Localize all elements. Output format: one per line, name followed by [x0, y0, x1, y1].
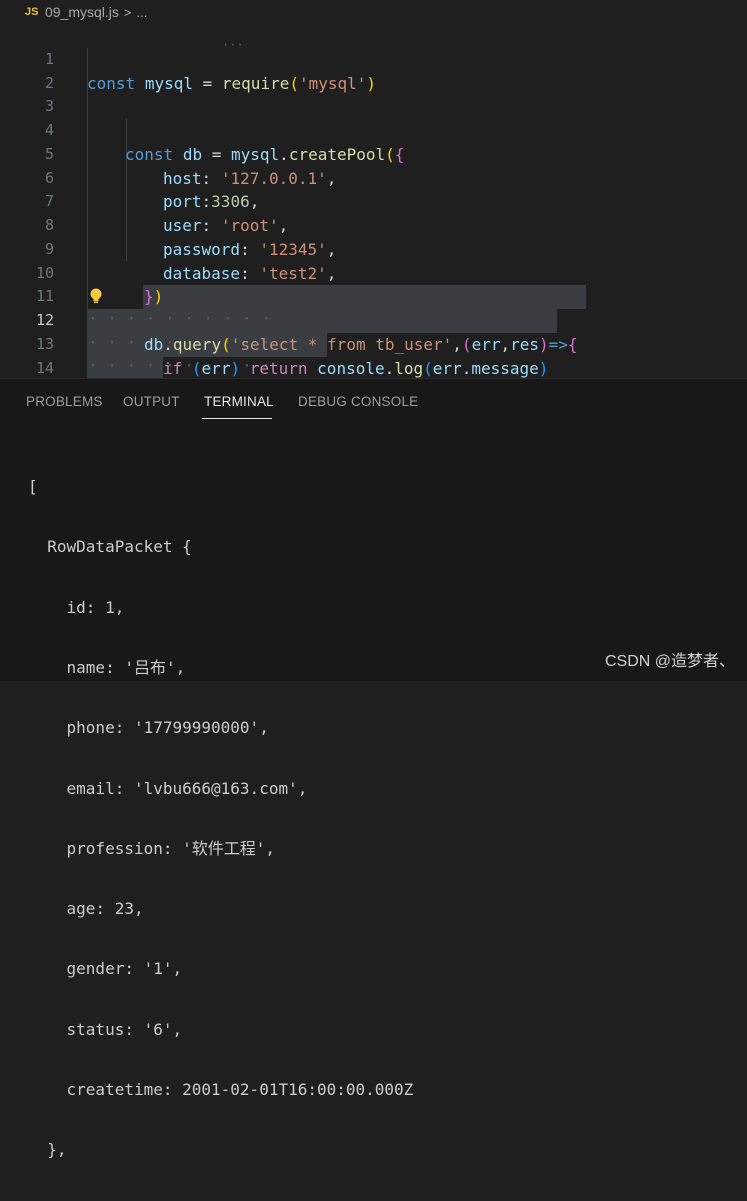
- terminal-line: RowDataPacket {: [28, 537, 192, 557]
- watermark: CSDN @造梦者、: [604, 653, 735, 670]
- terminal-line: phone: '17799990000',: [28, 718, 269, 738]
- code-line-8: 8 password: '12345',: [0, 190, 747, 259]
- terminal-line: id: 1,: [28, 597, 125, 617]
- code-line-15: 15 }): [0, 357, 747, 379]
- chevron-right-icon: >: [123, 4, 132, 20]
- code-line-6: 6 port:3306,: [0, 143, 747, 212]
- code-line-11: 11: [0, 262, 747, 305]
- terminal-line: status: '6',: [28, 1019, 183, 1039]
- bottom-panel: PROBLEMS OUTPUT TERMINAL DEBUG CONSOLE […: [0, 378, 747, 1159]
- terminal-line: age: 23,: [28, 899, 144, 919]
- panel-tabs: PROBLEMS OUTPUT TERMINAL DEBUG CONSOLE: [0, 379, 747, 423]
- breadcrumb-file[interactable]: 09_mysql.js: [45, 4, 119, 20]
- breadcrumb-symbol[interactable]: ...: [137, 5, 148, 20]
- code-editor[interactable]: · · · · · · · · · · · · · · · · · · · · …: [0, 24, 747, 378]
- code-line-4: 4 const db = mysql.createPool({: [0, 95, 747, 164]
- code-line-2: 2: [0, 48, 747, 92]
- code-line-1: 1 const mysql = require('mysql'): [0, 24, 747, 93]
- code-line-5: 5 host: '127.0.0.1',: [0, 119, 747, 188]
- terminal-line: [: [28, 477, 38, 497]
- code-line-3: 3: [0, 72, 747, 115]
- lightbulb-icon[interactable]: [88, 287, 104, 305]
- terminal-line: name: '吕布',: [28, 658, 186, 678]
- code-line-9: 9 database: 'test2',: [0, 214, 747, 283]
- tab-problems[interactable]: PROBLEMS: [26, 394, 103, 409]
- terminal-line: email: 'lvbu666@163.com',: [28, 778, 308, 798]
- code-line-14: 14 console.log(res): [0, 333, 747, 377]
- terminal-line: },: [28, 1140, 67, 1160]
- code-line-13: 13 if (err) return console.log(err.messa…: [0, 309, 747, 378]
- active-tab-indicator: [202, 418, 272, 419]
- javascript-file-icon: JS: [25, 6, 39, 18]
- terminal-output[interactable]: [ RowDataPacket { id: 1, name: '吕布', pho…: [28, 437, 413, 1201]
- tab-debug-console[interactable]: DEBUG CONSOLE: [298, 394, 418, 409]
- breadcrumb: JS 09_mysql.js > ...: [0, 0, 747, 24]
- code-line-12: 12 db.query('select * from tb_user',(err…: [0, 285, 747, 354]
- terminal-line: gender: '1',: [28, 959, 183, 979]
- code-line-10: 10 }): [0, 238, 747, 307]
- terminal-line: profession: '软件工程',: [28, 838, 276, 858]
- tab-output[interactable]: OUTPUT: [123, 394, 180, 409]
- tab-terminal[interactable]: TERMINAL: [204, 394, 274, 409]
- terminal-line: createtime: 2001-02-01T16:00:00.000Z: [28, 1080, 414, 1099]
- code-line-7: 7 user: 'root',: [0, 167, 747, 235]
